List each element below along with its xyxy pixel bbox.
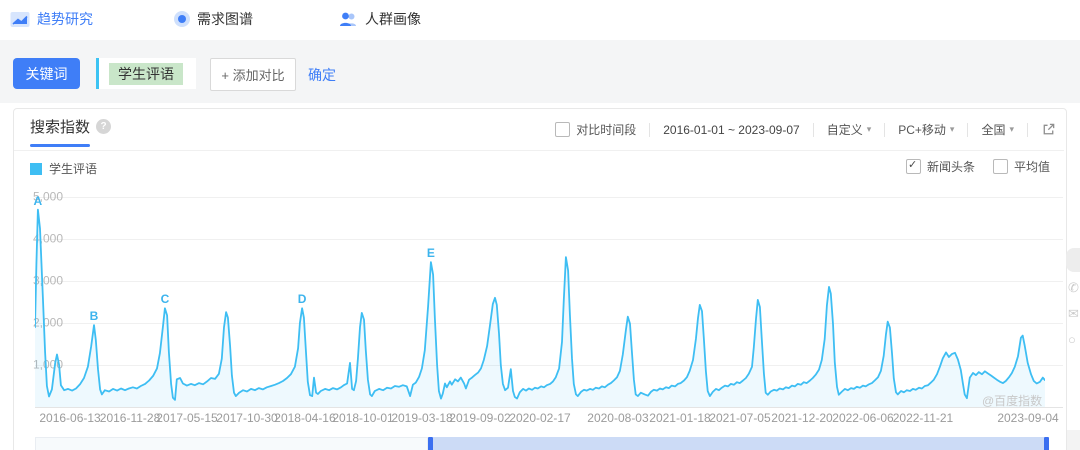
tab-demand-map-label: 需求图谱 — [197, 11, 253, 27]
chart-controls: 对比时间段 2016-01-01 ~ 2023-09-07 自定义 ▾ PC+移… — [555, 121, 1056, 138]
search-index-line-chart — [35, 208, 1045, 407]
news-headlines-label: 新闻头条 — [926, 160, 975, 174]
external-link-icon[interactable] — [1041, 122, 1056, 137]
granularity-dropdown[interactable]: 自定义 ▾ — [827, 121, 872, 138]
peak-label-A: A — [33, 193, 43, 208]
x-axis-label: 2019-03-18 — [391, 411, 453, 425]
x-axis-label: 2018-10-01 — [332, 411, 394, 425]
header-divider — [14, 150, 1064, 151]
trend-chart-icon — [10, 11, 30, 27]
peak-label-D: D — [297, 292, 307, 307]
gridline — [35, 407, 1063, 408]
average-checkbox[interactable] — [992, 159, 1008, 174]
active-tab-underline — [30, 144, 90, 147]
compare-period-toggle[interactable]: 对比时间段 — [555, 121, 636, 138]
x-axis-label: 2021-12-20 — [771, 411, 833, 425]
platform-value: PC+移动 — [898, 123, 946, 137]
confirm-link[interactable]: 确定 — [308, 65, 336, 85]
slider-selected-range[interactable] — [433, 437, 1044, 450]
peak-label-C: C — [160, 292, 170, 307]
x-axis-label: 2016-06-13 — [39, 411, 101, 425]
series-legend: 学生评语 — [30, 160, 97, 177]
people-icon — [340, 12, 356, 26]
scrollbar-track — [1067, 430, 1080, 450]
chart-watermark: @百度指数 — [982, 394, 1043, 408]
divider — [967, 122, 969, 137]
divider — [812, 122, 814, 137]
slider-unselected-range[interactable] — [35, 437, 428, 450]
x-axis-label: 2017-05-15 — [156, 411, 218, 425]
tab-trend-research-label: 趋势研究 — [37, 11, 93, 27]
x-axis-label: 2016-11-28 — [99, 411, 161, 425]
keyword-input[interactable]: 学生评语 — [96, 58, 196, 89]
overlay-toggles: 新闻头条 平均值 — [905, 158, 1050, 175]
phone-icon[interactable]: ✆ — [1068, 280, 1079, 296]
region-dropdown[interactable]: 全国 ▾ — [981, 121, 1014, 138]
x-axis-label: 2020-02-17 — [509, 411, 571, 425]
platform-dropdown[interactable]: PC+移动 ▾ — [898, 121, 954, 138]
chevron-down-icon: ▾ — [949, 124, 955, 134]
chevron-down-icon: ▾ — [1009, 124, 1014, 134]
x-axis-label: 2022-11-21 — [892, 411, 954, 425]
chevron-down-icon: ▾ — [866, 124, 872, 134]
peak-label-E: E — [426, 246, 435, 261]
help-icon[interactable]: ? — [96, 119, 112, 134]
x-axis-label: 2021-07-05 — [709, 411, 771, 425]
feedback-icon[interactable]: ✉ — [1068, 306, 1079, 322]
divider — [1027, 122, 1028, 137]
x-axis-label: 2022-06-06 — [832, 411, 894, 425]
legend-series-label: 学生评语 — [49, 162, 98, 176]
radar-dot-icon — [174, 11, 190, 27]
region-value: 全国 — [981, 123, 1006, 137]
peak-label-B: B — [89, 309, 99, 324]
tab-demand-map[interactable]: 需求图谱 — [174, 9, 253, 29]
compare-period-label: 对比时间段 — [576, 123, 637, 137]
scrollbar-thumb[interactable] — [1066, 248, 1080, 272]
time-range-slider[interactable] — [35, 437, 1049, 450]
x-axis-label: 2021-01-18 — [649, 411, 711, 425]
x-axis-label: 2019-09-02 — [449, 411, 511, 425]
slider-right-handle[interactable] — [1044, 437, 1049, 450]
x-axis-label: 2017-10-30 — [216, 411, 278, 425]
compare-period-checkbox[interactable] — [555, 122, 571, 137]
keyword-category-button[interactable]: 关键词 — [13, 58, 80, 89]
tab-audience-portrait-label: 人群画像 — [365, 11, 421, 27]
keyword-input-accent-bar — [96, 58, 99, 89]
legend-color-swatch — [30, 162, 42, 175]
tab-audience-portrait[interactable]: 人群画像 — [338, 9, 421, 29]
divider — [884, 122, 886, 137]
date-range[interactable]: 2016-01-01 ~ 2023-09-07 — [663, 123, 799, 137]
average-toggle[interactable]: 平均值 — [992, 158, 1050, 175]
panel-title: 搜索指数 ? — [30, 116, 112, 137]
divider — [649, 122, 651, 137]
granularity-value: 自定义 — [826, 123, 863, 137]
circle-icon[interactable]: ○ — [1068, 332, 1076, 347]
tab-trend-research[interactable]: 趋势研究 — [10, 9, 93, 29]
x-axis-label: 2018-04-16 — [274, 411, 336, 425]
baidu-index-page: 趋势研究 需求图谱 人群画像 关键词 学生评语 + 添加对比 确定 搜索指数 ?… — [0, 0, 1080, 450]
panel-title-text: 搜索指数 — [30, 119, 91, 136]
news-headlines-toggle[interactable]: 新闻头条 — [905, 158, 975, 175]
x-axis-label: 2023-09-04 — [997, 411, 1059, 425]
keyword-value: 学生评语 — [109, 62, 183, 85]
news-headlines-checkbox[interactable] — [905, 158, 921, 174]
add-compare-button[interactable]: + 添加对比 — [210, 58, 296, 91]
x-axis-label: 2020-08-03 — [587, 411, 649, 425]
average-label: 平均值 — [1013, 160, 1050, 174]
